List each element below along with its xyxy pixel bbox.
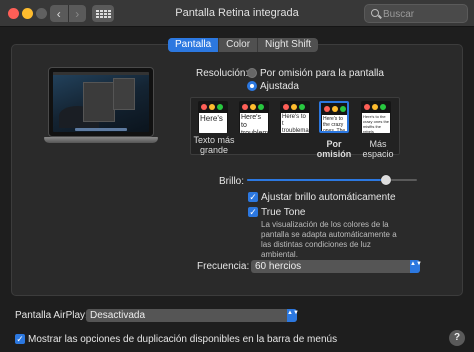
search-input[interactable] [383, 7, 465, 21]
refresh-rate-value: 60 hercios [255, 261, 302, 272]
popup-arrows-icon: ▲▼ [410, 260, 422, 273]
show-all-grid-icon[interactable] [92, 5, 114, 22]
mirroring-options-checkbox[interactable]: ✓ [15, 334, 25, 344]
scale-option-2[interactable]: Here's to troublem [239, 101, 269, 133]
scale-label-default: Por omisión [316, 139, 352, 159]
auto-brightness-checkbox[interactable]: ✓ [248, 192, 258, 202]
resolution-scale-chooser: Here's Here's to troublem Here's to t tr… [190, 97, 400, 159]
mirroring-options-label[interactable]: Mostrar las opciones de duplicación disp… [28, 334, 337, 345]
search-icon [371, 9, 379, 17]
scale-label-more-space: Más espacio [362, 139, 394, 159]
zoom-window-button[interactable] [36, 8, 47, 19]
brightness-label: Brillo: [219, 176, 245, 187]
scale-option-larger-text[interactable]: Here's [198, 101, 228, 133]
minimize-window-button[interactable] [22, 8, 33, 19]
title-bar: ‹ › Pantalla Retina integrada [0, 0, 474, 27]
popup-arrows-icon: ▲▼ [287, 309, 299, 322]
radio-default-resolution[interactable] [247, 68, 257, 78]
scale-option-3[interactable]: Here's to t troublema ones who [280, 101, 310, 133]
true-tone-description: La visualización de los colores de la pa… [261, 220, 397, 259]
tab-bar: Pantalla Color Night Shift [168, 38, 319, 52]
window-title: Pantalla Retina integrada [175, 7, 299, 19]
refresh-rate-label: Frecuencia: [197, 261, 250, 272]
auto-brightness-label[interactable]: Ajustar brillo automáticamente [261, 192, 396, 203]
airplay-label: Pantalla AirPlay: [15, 310, 88, 321]
scale-label-larger-text: Texto más grande [193, 135, 235, 155]
radio-scaled-resolution[interactable] [247, 81, 257, 91]
scale-option-default[interactable]: Here's to the crazy ones. The rules. And [319, 101, 349, 133]
laptop-lid [48, 67, 154, 137]
refresh-rate-popup[interactable]: 60 hercios ▲▼ [251, 260, 422, 273]
close-window-button[interactable] [8, 8, 19, 19]
laptop-screen [53, 72, 149, 132]
airplay-popup[interactable]: Desactivada ▲▼ [86, 309, 299, 322]
search-field[interactable] [364, 4, 468, 23]
help-button[interactable]: ? [449, 330, 465, 346]
airplay-value: Desactivada [90, 310, 146, 321]
resolution-label: Resolución: [196, 68, 249, 79]
brightness-slider-fill [247, 179, 387, 181]
back-button[interactable]: ‹ [50, 5, 69, 22]
laptop-base [44, 137, 158, 143]
navigation-buttons: ‹ › [50, 5, 86, 22]
scale-option-more-space[interactable]: Here's to the crazy ones the misfits the… [361, 101, 391, 133]
true-tone-label[interactable]: True Tone [261, 207, 305, 218]
forward-button[interactable]: › [68, 5, 86, 22]
true-tone-checkbox[interactable]: ✓ [248, 207, 258, 217]
tab-color[interactable]: Color [219, 38, 259, 52]
brightness-slider[interactable] [247, 175, 417, 185]
radio-default-resolution-label[interactable]: Por omisión para la pantalla [260, 68, 384, 79]
tab-night-shift[interactable]: Night Shift [258, 38, 318, 52]
radio-scaled-resolution-label[interactable]: Ajustada [260, 81, 299, 92]
tab-pantalla[interactable]: Pantalla [168, 38, 220, 52]
laptop-illustration [44, 67, 158, 151]
